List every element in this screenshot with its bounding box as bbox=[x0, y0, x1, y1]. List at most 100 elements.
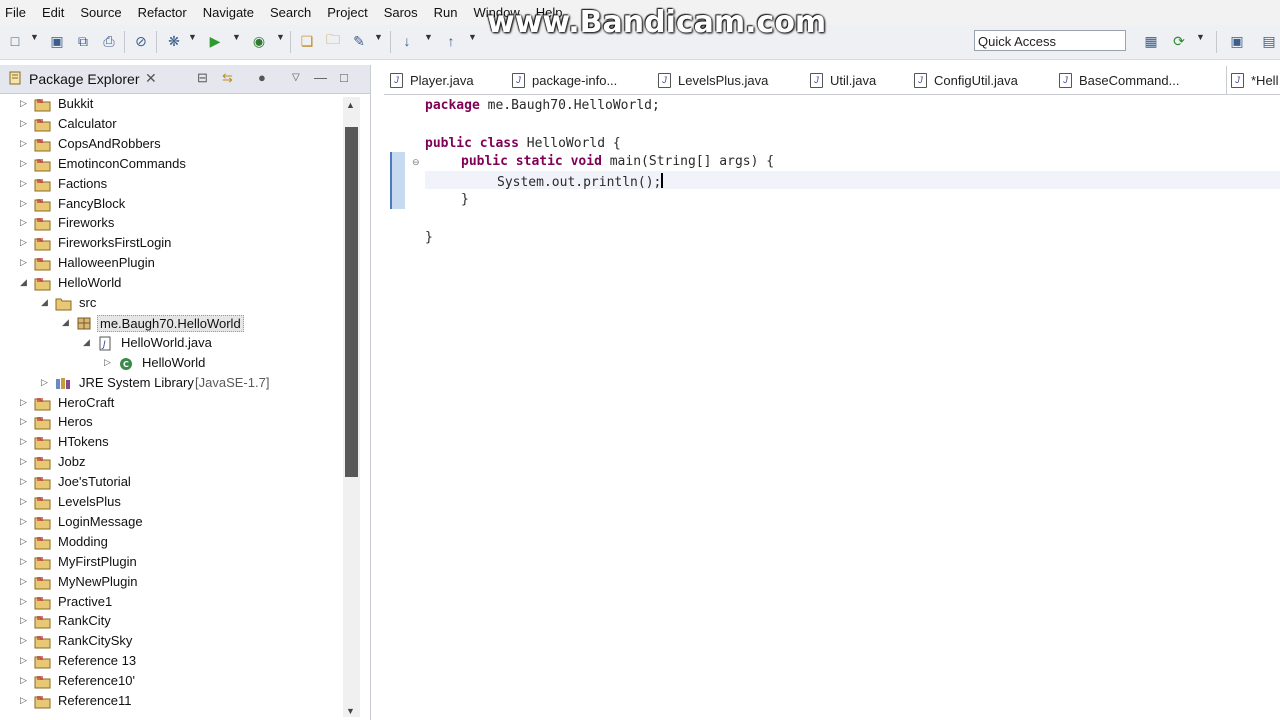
tab-configutil-java[interactable]: J ConfigUtil.java bbox=[914, 66, 1018, 94]
tab-basecommand[interactable]: J BaseCommand... bbox=[1059, 66, 1179, 94]
link-with-editor-icon[interactable]: ⇆ bbox=[222, 70, 233, 86]
open-perspective-icon[interactable]: ▦ bbox=[1142, 32, 1160, 50]
menu-search[interactable]: Search bbox=[270, 5, 311, 20]
code-line-4[interactable]: public static void main(String[] args) { bbox=[461, 154, 774, 169]
package-explorer-tab[interactable]: Package Explorer ✕ ⊟ ⇆ ● ▽ — □ bbox=[0, 65, 370, 94]
debug-icon[interactable]: ❋ bbox=[165, 32, 183, 50]
tree-item-calculator[interactable]: ▷ Calculator bbox=[0, 115, 340, 135]
menu-saros[interactable]: Saros bbox=[384, 5, 418, 20]
scroll-down-icon[interactable]: ▼ bbox=[346, 706, 355, 716]
save-all-icon[interactable]: ⧉ bbox=[74, 32, 92, 50]
collapsed-arrow-icon[interactable]: ▷ bbox=[20, 158, 27, 169]
expanded-arrow-icon[interactable]: ◢ bbox=[62, 317, 69, 328]
tree-item-fireworks[interactable]: ▷ Fireworks bbox=[0, 214, 340, 234]
menu-source[interactable]: Source bbox=[80, 5, 121, 20]
tree-item-halloweenplugin[interactable]: ▷ HalloweenPlugin bbox=[0, 254, 340, 274]
code-line-3[interactable]: public class HelloWorld { bbox=[425, 136, 621, 151]
tree-item-practive1[interactable]: ▷ Practive1 bbox=[0, 593, 340, 613]
tree-item-rankcity[interactable]: ▷ RankCity bbox=[0, 612, 340, 632]
collapsed-arrow-icon[interactable]: ▷ bbox=[20, 257, 27, 268]
tree-item-helloworld-java[interactable]: ◢ J HelloWorld.java bbox=[0, 334, 340, 354]
menu-project[interactable]: Project bbox=[327, 5, 367, 20]
tree-item-helloworld[interactable]: ◢ HelloWorld bbox=[0, 274, 340, 294]
collapsed-arrow-icon[interactable]: ▷ bbox=[20, 556, 27, 567]
collapsed-arrow-icon[interactable]: ▷ bbox=[20, 655, 27, 666]
tree-item-factions[interactable]: ▷ Factions bbox=[0, 175, 340, 195]
tree-item-emotinconcommands[interactable]: ▷ EmotinconCommands bbox=[0, 155, 340, 175]
collapsed-arrow-icon[interactable]: ▷ bbox=[20, 456, 27, 467]
menu-refactor[interactable]: Refactor bbox=[138, 5, 187, 20]
view-menu-icon[interactable]: ▽ bbox=[292, 72, 300, 83]
search-tool-icon[interactable]: ✎ bbox=[350, 32, 368, 50]
search-tool-dropdown-icon[interactable]: ▼ bbox=[374, 32, 383, 42]
menu-navigate[interactable]: Navigate bbox=[203, 5, 254, 20]
coverage-dropdown-icon[interactable]: ▼ bbox=[276, 32, 285, 42]
maximize-icon[interactable]: □ bbox=[340, 70, 348, 85]
prev-annotation-icon[interactable]: ↑ bbox=[442, 32, 460, 50]
tree-item-modding[interactable]: ▷ Modding bbox=[0, 533, 340, 553]
collapsed-arrow-icon[interactable]: ▷ bbox=[20, 615, 27, 626]
expanded-arrow-icon[interactable]: ◢ bbox=[83, 337, 90, 348]
tab-package-info[interactable]: Jpackage-info... bbox=[512, 66, 617, 94]
tree-item-reference-13[interactable]: ▷ Reference 13 bbox=[0, 652, 340, 672]
skip-breakpoints-icon[interactable]: ⊘ bbox=[132, 32, 150, 50]
menu-run[interactable]: Run bbox=[434, 5, 458, 20]
scroll-up-icon[interactable]: ▲ bbox=[346, 100, 355, 110]
collapsed-arrow-icon[interactable]: ▷ bbox=[104, 357, 111, 368]
tree-item-reference10-[interactable]: ▷ Reference10' bbox=[0, 672, 340, 692]
focus-icon[interactable]: ● bbox=[258, 70, 266, 85]
collapsed-arrow-icon[interactable]: ▷ bbox=[20, 476, 27, 487]
expanded-arrow-icon[interactable]: ◢ bbox=[20, 277, 27, 288]
tab-util-java[interactable]: J Util.java bbox=[810, 66, 876, 94]
quick-access-input[interactable]: Quick Access bbox=[974, 30, 1126, 51]
refresh-dropdown-icon[interactable]: ▼ bbox=[1196, 32, 1205, 42]
refresh-icon[interactable]: ⟳ bbox=[1170, 32, 1188, 50]
tree-item-bukkit[interactable]: ▷ Bukkit bbox=[0, 95, 340, 115]
coverage-icon[interactable]: ◉ bbox=[250, 32, 268, 50]
collapsed-arrow-icon[interactable]: ▷ bbox=[20, 635, 27, 646]
tree-item-htokens[interactable]: ▷ HTokens bbox=[0, 433, 340, 453]
new-dropdown-icon[interactable]: ▼ bbox=[30, 32, 39, 42]
collapsed-arrow-icon[interactable]: ▷ bbox=[20, 397, 27, 408]
tree-item-mynewplugin[interactable]: ▷ MyNewPlugin bbox=[0, 573, 340, 593]
collapsed-arrow-icon[interactable]: ▷ bbox=[20, 436, 27, 447]
run-icon[interactable]: ▶ bbox=[206, 32, 224, 50]
collapsed-arrow-icon[interactable]: ▷ bbox=[20, 217, 27, 228]
tree-item-fireworksfirstlogin[interactable]: ▷ FireworksFirstLogin bbox=[0, 234, 340, 254]
collapsed-arrow-icon[interactable]: ▷ bbox=[20, 576, 27, 587]
tree-item-jre-system-library[interactable]: ▷ JRE System Library [JavaSE-1.7] bbox=[0, 374, 340, 394]
tree-item-levelsplus[interactable]: ▷ LevelsPlus bbox=[0, 493, 340, 513]
next-annotation-dropdown-icon[interactable]: ▼ bbox=[424, 32, 433, 42]
tree-item-rankcitysky[interactable]: ▷ RankCitySky bbox=[0, 632, 340, 652]
open-folder-icon[interactable]: 🗀 bbox=[324, 31, 342, 50]
close-icon[interactable]: ✕ bbox=[145, 70, 157, 87]
fold-collapse-icon[interactable]: ⊖ bbox=[412, 157, 420, 168]
collapsed-arrow-icon[interactable]: ▷ bbox=[20, 178, 27, 189]
collapsed-arrow-icon[interactable]: ▷ bbox=[20, 237, 27, 248]
tree-item-loginmessage[interactable]: ▷ LoginMessage bbox=[0, 513, 340, 533]
minimize-icon[interactable]: — bbox=[314, 70, 327, 85]
collapsed-arrow-icon[interactable]: ▷ bbox=[20, 496, 27, 507]
collapse-all-icon[interactable]: ⊟ bbox=[197, 70, 208, 86]
explorer-scrollbar-thumb[interactable] bbox=[345, 127, 358, 477]
run-dropdown-icon[interactable]: ▼ bbox=[232, 32, 241, 42]
tree-item-herocraft[interactable]: ▷ HeroCraft bbox=[0, 394, 340, 414]
collapsed-arrow-icon[interactable]: ▷ bbox=[20, 118, 27, 129]
collapsed-arrow-icon[interactable]: ▷ bbox=[20, 596, 27, 607]
tree-item-myfirstplugin[interactable]: ▷ MyFirstPlugin bbox=[0, 553, 340, 573]
tree-item-heros[interactable]: ▷ Heros bbox=[0, 413, 340, 433]
collapsed-arrow-icon[interactable]: ▷ bbox=[20, 675, 27, 686]
collapsed-arrow-icon[interactable]: ▷ bbox=[20, 536, 27, 547]
collapsed-arrow-icon[interactable]: ▷ bbox=[20, 695, 27, 706]
tree-item-me-baugh70-helloworld[interactable]: ◢ me.Baugh70.HelloWorld bbox=[0, 314, 340, 334]
next-annotation-icon[interactable]: ↓ bbox=[398, 32, 416, 50]
collapsed-arrow-icon[interactable]: ▷ bbox=[20, 516, 27, 527]
expanded-arrow-icon[interactable]: ◢ bbox=[41, 297, 48, 308]
collapsed-arrow-icon[interactable]: ▷ bbox=[41, 377, 48, 388]
new-icon[interactable]: □ bbox=[6, 32, 24, 50]
tree-item-reference11[interactable]: ▷ Reference11 bbox=[0, 692, 340, 712]
tree-item-helloworld[interactable]: ▷ C HelloWorld bbox=[0, 354, 340, 374]
tree-item-joe-stutorial[interactable]: ▷ Joe'sTutorial bbox=[0, 473, 340, 493]
code-line-6[interactable]: } bbox=[461, 192, 469, 207]
tree-item-jobz[interactable]: ▷ Jobz bbox=[0, 453, 340, 473]
